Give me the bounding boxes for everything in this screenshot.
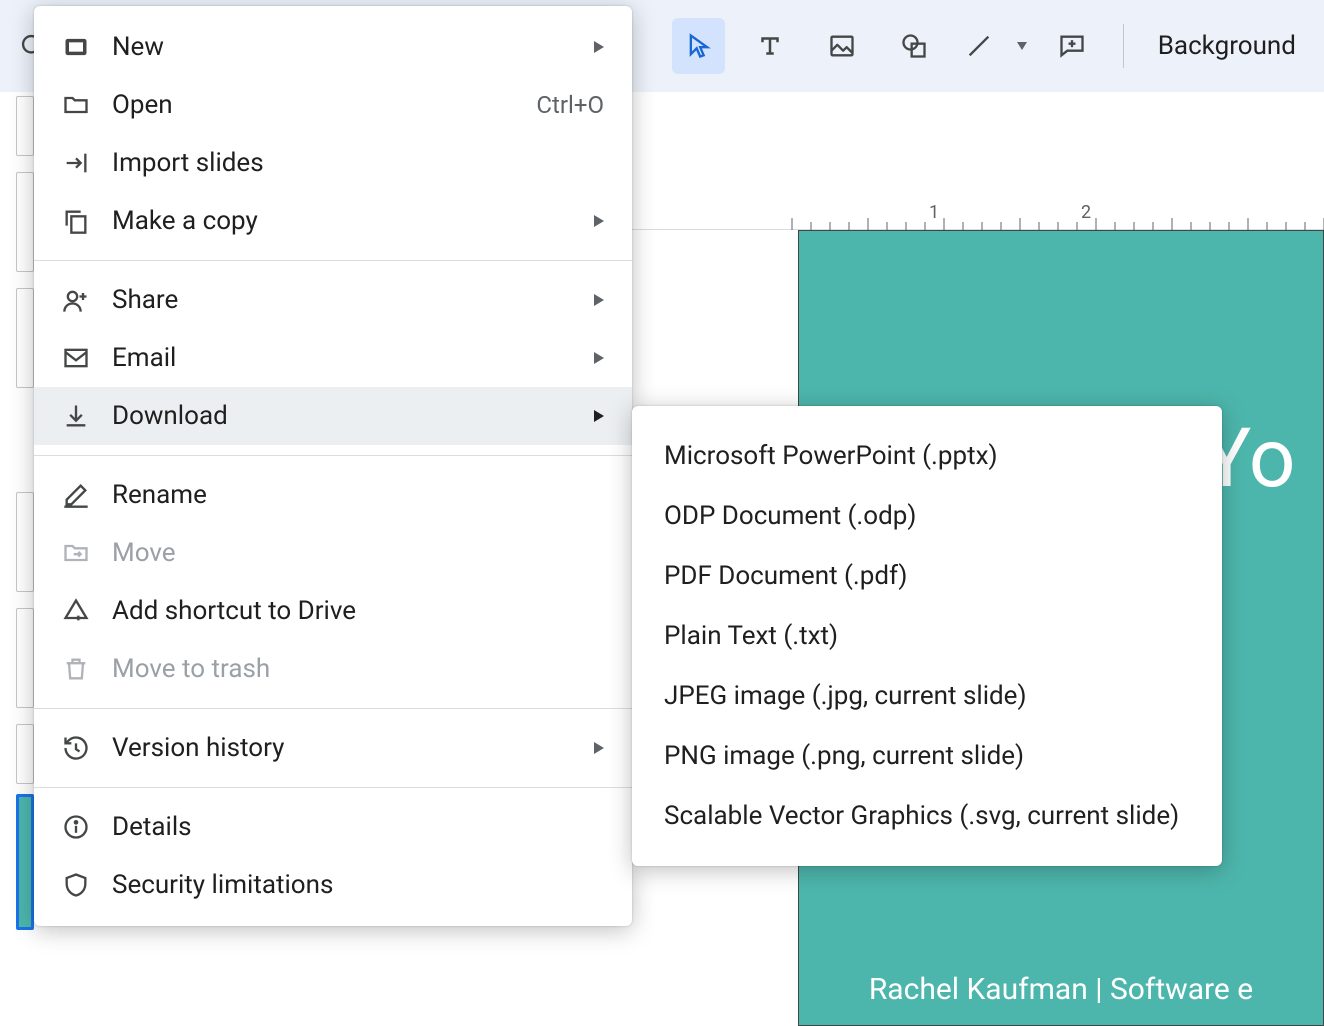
download-pptx[interactable]: Microsoft PowerPoint (.pptx) [632,426,1222,486]
download-pdf[interactable]: PDF Document (.pdf) [632,546,1222,606]
download-png[interactable]: PNG image (.png, current slide) [632,726,1222,786]
shape-tool[interactable] [887,18,941,74]
download-jpeg[interactable]: JPEG image (.jpg, current slide) [632,666,1222,726]
slide-thumbnail[interactable] [16,724,34,784]
toolbar-separator [1123,24,1124,68]
menu-rename[interactable]: Rename [34,466,632,524]
menu-divider [34,708,632,709]
menu-share[interactable]: Share [34,271,632,329]
download-svg[interactable]: Scalable Vector Graphics (.svg, current … [632,786,1222,846]
import-icon [62,149,90,177]
slide-thumbnail[interactable] [16,96,34,156]
submenu-arrow-icon [594,41,604,53]
menu-label: Email [112,343,572,373]
image-tool[interactable] [815,18,869,74]
submenu-arrow-icon [594,410,604,422]
history-icon [62,734,90,762]
folder-icon [62,91,90,119]
menu-move: Move [34,524,632,582]
menu-label: Import slides [112,148,604,178]
menu-email[interactable]: Email [34,329,632,387]
submenu-arrow-icon [594,352,604,364]
menu-label: Share [112,285,572,315]
line-tool-dropdown[interactable] [1017,42,1027,50]
menu-security-limitations[interactable]: Security limitations [34,856,632,914]
menu-label: Download [112,401,572,431]
submenu-arrow-icon [594,742,604,754]
share-icon [62,286,90,314]
menu-make-copy[interactable]: Make a copy [34,192,632,250]
select-tool[interactable] [672,18,726,74]
menu-divider [34,260,632,261]
slide-thumbnail[interactable] [16,608,34,708]
menu-label: Security limitations [112,870,604,900]
menu-label: Move to trash [112,654,604,684]
background-button[interactable]: Background [1148,31,1306,61]
rename-icon [62,481,90,509]
menu-label: Version history [112,733,572,763]
slide-thumbnail[interactable] [16,288,34,388]
thumbnail-strip [16,92,34,1026]
menu-version-history[interactable]: Version history [34,719,632,777]
menu-download[interactable]: Download [34,387,632,445]
menu-label: New [112,32,572,62]
menu-label: Move [112,538,604,568]
slide-thumbnail[interactable] [16,172,34,272]
menu-import-slides[interactable]: Import slides [34,134,632,192]
menu-shortcut: Ctrl+O [536,91,604,119]
move-icon [62,539,90,567]
submenu-arrow-icon [594,215,604,227]
text-box-tool[interactable] [743,18,797,74]
menu-details[interactable]: Details [34,798,632,856]
download-icon [62,402,90,430]
download-odp[interactable]: ODP Document (.odp) [632,486,1222,546]
slide-thumbnail[interactable] [16,492,34,592]
drive-shortcut-icon [62,597,90,625]
new-slide-icon [62,33,90,61]
menu-move-to-trash: Move to trash [34,640,632,698]
menu-label: Open [112,90,514,120]
shield-icon [62,871,90,899]
slide-thumbnail-selected[interactable] [16,794,34,930]
info-icon [62,813,90,841]
menu-label: Add shortcut to Drive [112,596,604,626]
trash-icon [62,655,90,683]
file-menu: New Open Ctrl+O Import slides Make a cop… [34,6,632,926]
menu-new[interactable]: New [34,18,632,76]
line-tool[interactable] [959,18,999,74]
copy-icon [62,207,90,235]
download-txt[interactable]: Plain Text (.txt) [632,606,1222,666]
email-icon [62,344,90,372]
menu-open[interactable]: Open Ctrl+O [34,76,632,134]
menu-label: Make a copy [112,206,572,236]
download-submenu: Microsoft PowerPoint (.pptx) ODP Documen… [632,406,1222,866]
horizontal-ruler: 1 2 [632,196,1324,230]
menu-divider [34,455,632,456]
slide-footer: Rachel Kaufman | Software e [799,953,1323,1025]
submenu-arrow-icon [594,294,604,306]
menu-add-shortcut[interactable]: Add shortcut to Drive [34,582,632,640]
menu-label: Details [112,812,604,842]
menu-divider [34,787,632,788]
comment-tool[interactable] [1045,18,1099,74]
menu-label: Rename [112,480,604,510]
